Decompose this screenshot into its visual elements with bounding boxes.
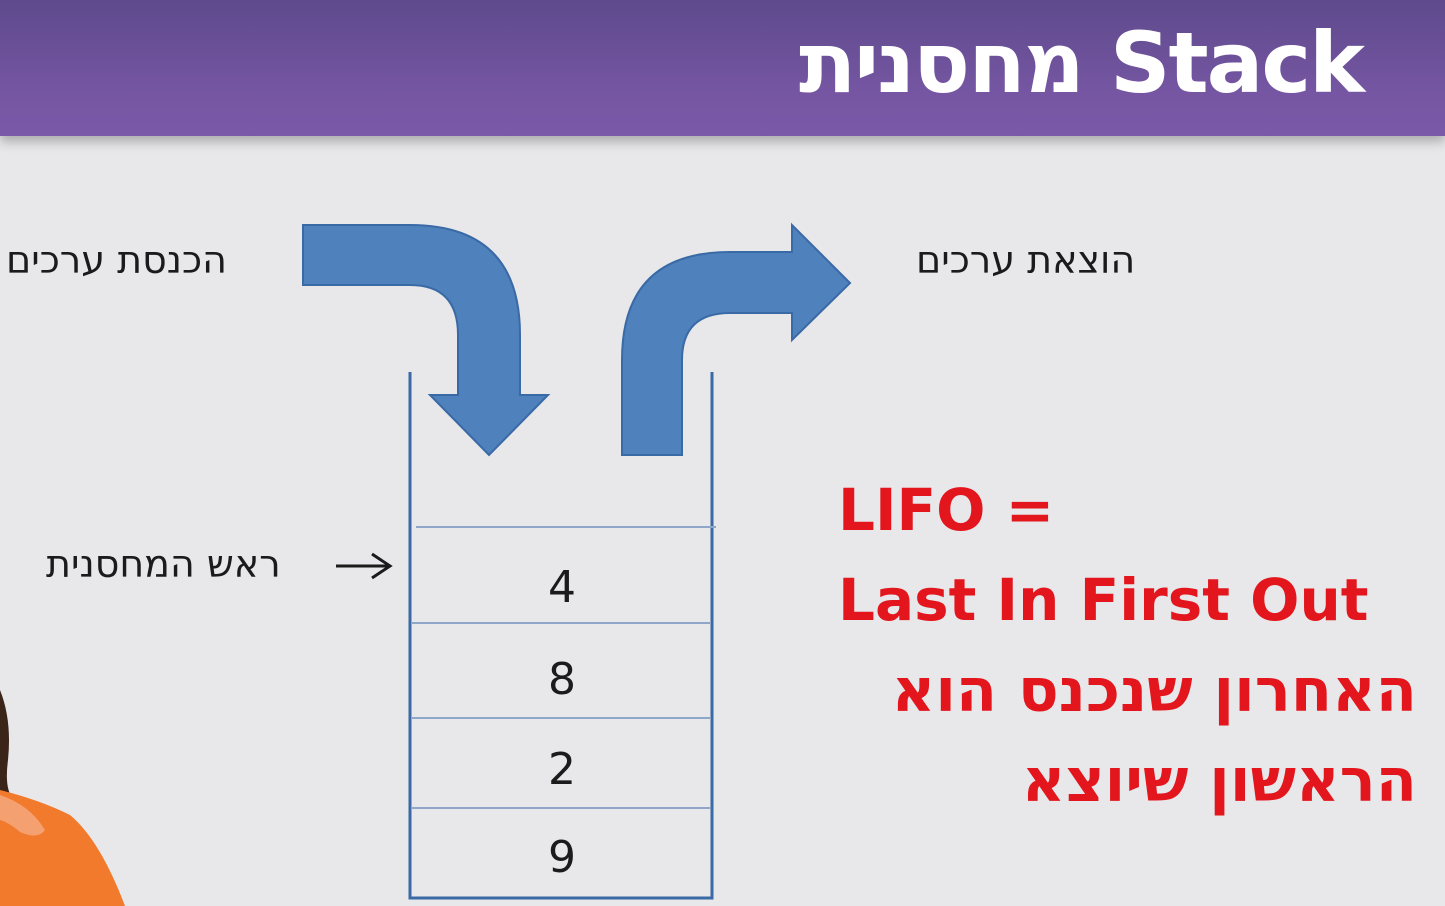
pop-label: הוצאת ערכים [916, 238, 1136, 282]
stack-item: 2 [548, 744, 576, 795]
lifo-hebrew-line2: הראשון שיוצא [1021, 746, 1417, 816]
lifo-expansion: Last In First Out [838, 566, 1369, 634]
stack-item: 9 [548, 832, 576, 883]
lifo-heading: LIFO = [838, 476, 1055, 544]
stack-item: 4 [548, 562, 576, 613]
top-of-stack-label: ראש המחסנית [46, 542, 281, 586]
presenter-image [0, 690, 125, 906]
push-arrow-icon [302, 224, 551, 457]
push-label: הכנסת ערכים [6, 238, 227, 282]
pop-arrow-icon [621, 222, 852, 456]
stack-item: 8 [548, 654, 576, 705]
lifo-hebrew-line1: האחרון שנכנס הוא [891, 656, 1417, 726]
top-pointer-arrow-icon [336, 552, 393, 580]
